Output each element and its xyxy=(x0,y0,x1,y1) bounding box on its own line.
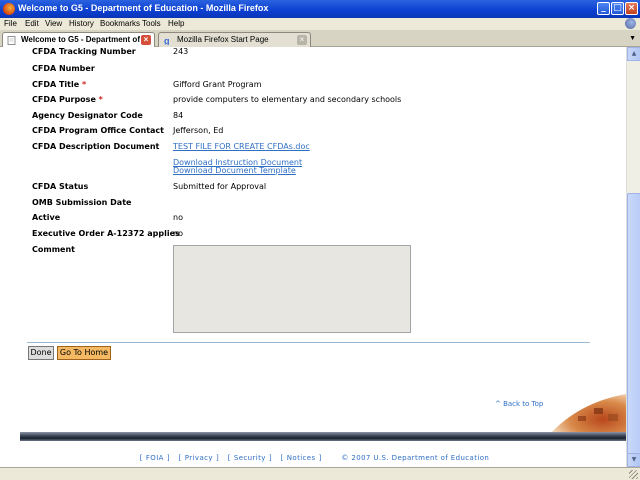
footer-privacy-link[interactable]: Privacy xyxy=(185,454,213,462)
footer-copyright: © 2007 U.S. Department of Education xyxy=(341,454,490,462)
tracking-number-value: 243 xyxy=(173,47,189,56)
page-viewport: CFDA Tracking Number 243 CFDA Number CFD… xyxy=(0,47,626,467)
scroll-down-icon[interactable]: ▼ xyxy=(627,453,640,467)
cfda-number-label: CFDA Number xyxy=(32,64,95,73)
firefox-icon xyxy=(3,3,15,15)
download-template-link[interactable]: Download Document Template xyxy=(173,166,296,175)
back-to-top-link[interactable]: ^ Back to Top xyxy=(495,400,543,408)
program-office-contact-label: CFDA Program Office Contact xyxy=(32,126,164,135)
scroll-up-icon[interactable]: ▲ xyxy=(627,47,640,61)
required-marker: * xyxy=(81,80,87,89)
decorative-swoosh-image xyxy=(548,394,626,436)
cfda-status-value: Submitted for Approval xyxy=(173,182,267,191)
cfda-purpose-label: CFDA Purpose * xyxy=(32,95,103,104)
active-label: Active xyxy=(32,213,61,222)
tracking-number-label: CFDA Tracking Number xyxy=(32,47,136,56)
description-file-link[interactable]: TEST FILE FOR CREATE CFDAs.doc xyxy=(173,142,310,151)
tab-welcome-g5[interactable]: Welcome to G5 - Department of ... × xyxy=(2,32,155,47)
cfda-title-label: CFDA Title * xyxy=(32,80,87,89)
tab-label: Mozilla Firefox Start Page xyxy=(177,35,269,44)
google-icon: g xyxy=(164,36,170,45)
menu-edit[interactable]: Edit xyxy=(25,19,39,28)
page-icon xyxy=(7,36,16,45)
menu-history[interactable]: History xyxy=(69,19,94,28)
executive-order-value: no xyxy=(173,229,183,238)
footer-band xyxy=(20,432,626,441)
done-button[interactable]: Done xyxy=(28,346,54,360)
menu-file[interactable]: File xyxy=(4,19,17,28)
throbber-icon xyxy=(625,18,636,29)
menu-help[interactable]: Help xyxy=(168,19,184,28)
go-to-home-button[interactable]: Go To Home xyxy=(57,346,111,360)
tab-list-dropdown-icon[interactable]: ▼ xyxy=(629,35,636,42)
required-marker: * xyxy=(98,95,103,104)
close-tab-icon[interactable]: × xyxy=(141,35,151,45)
minimize-button[interactable]: _ xyxy=(597,2,610,15)
window-titlebar[interactable]: Welcome to G5 - Department of Education … xyxy=(0,0,640,18)
omb-submission-date-label: OMB Submission Date xyxy=(32,198,132,207)
tab-firefox-start[interactable]: g Mozilla Firefox Start Page × xyxy=(158,32,311,47)
resize-grip-icon[interactable] xyxy=(629,470,638,479)
section-divider xyxy=(27,342,590,343)
cfda-status-label: CFDA Status xyxy=(32,182,89,191)
menu-view[interactable]: View xyxy=(45,19,62,28)
description-document-label: CFDA Description Document xyxy=(32,142,160,151)
footer-security-link[interactable]: Security xyxy=(234,454,266,462)
cfda-purpose-value: provide computers to elementary and seco… xyxy=(173,95,402,104)
tab-bar: Welcome to G5 - Department of ... × g Mo… xyxy=(0,30,640,47)
menu-bar: File Edit View History Bookmarks Tools H… xyxy=(0,18,640,30)
tab-label: Welcome to G5 - Department of ... xyxy=(21,35,149,44)
vertical-scrollbar[interactable]: ▲ ▼ xyxy=(626,47,640,467)
active-value: no xyxy=(173,213,183,222)
agency-designator-value: 84 xyxy=(173,111,184,120)
scroll-thumb[interactable] xyxy=(627,193,640,455)
svg-text:g: g xyxy=(164,36,170,45)
program-office-contact-value: Jefferson, Ed xyxy=(173,126,224,135)
menu-tools[interactable]: Tools xyxy=(142,19,161,28)
cfda-title-value: Gifford Grant Program xyxy=(173,80,262,89)
maximize-button[interactable]: □ xyxy=(611,2,624,15)
footer-notices-link[interactable]: Notices xyxy=(287,454,316,462)
comment-label: Comment xyxy=(32,245,75,254)
comment-textarea[interactable] xyxy=(173,245,411,333)
window-title: Welcome to G5 - Department of Education … xyxy=(18,3,269,13)
agency-designator-label: Agency Designator Code xyxy=(32,111,143,120)
close-tab-icon[interactable]: × xyxy=(297,35,307,45)
menu-bookmarks[interactable]: Bookmarks xyxy=(100,19,140,28)
close-window-button[interactable]: × xyxy=(625,2,638,15)
footer-foia-link[interactable]: FOIA xyxy=(146,454,164,462)
status-bar xyxy=(0,467,640,480)
executive-order-label: Executive Order A-12372 applies xyxy=(32,229,180,238)
footer-links: [FOIA] [Privacy] [Security] [Notices] © … xyxy=(139,454,490,462)
